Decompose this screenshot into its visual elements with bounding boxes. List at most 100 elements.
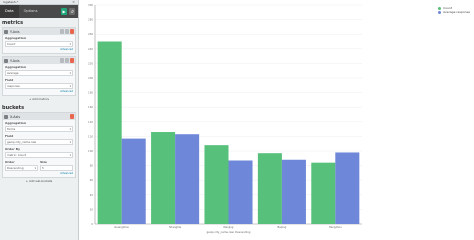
- aggregation-value: Average: [7, 71, 19, 75]
- field-select[interactable]: response ▾: [5, 83, 73, 89]
- editor-sidebar: logstash-* × Data Options ▶ ↺ metrics Y-…: [0, 0, 79, 240]
- collapse-toggle-icon[interactable]: [4, 58, 8, 63]
- bar-average-response-shanghai[interactable]: [175, 134, 200, 224]
- bar-average-response-beijing[interactable]: [281, 159, 306, 224]
- bar-average-response-hangzhou[interactable]: [335, 152, 360, 224]
- advanced-link[interactable]: Advanced: [3, 90, 75, 95]
- x-tick-label: Beijing: [277, 225, 286, 229]
- tab-data[interactable]: Data: [0, 5, 19, 18]
- y-tick-label: 220: [88, 61, 93, 65]
- y-tick-label: 100: [88, 149, 93, 153]
- metrics-section-title: metrics: [2, 20, 24, 26]
- aggregation-select[interactable]: Terms ▾: [5, 126, 73, 132]
- size-input[interactable]: 5: [40, 165, 73, 171]
- chart-area: 0 20 40 60 80 100 120 140 160 180 200 220 240 260 280 3…: [80, 0, 474, 240]
- apply-changes-button[interactable]: ▶: [61, 8, 67, 15]
- aggregation-value: Count: [7, 42, 16, 46]
- bar-chart: 0 20 40 60 80 100 120 140 160 180 200 220 240 260 280 3…: [88, 3, 362, 234]
- order-by-label: Order By: [5, 147, 20, 151]
- x-axis-header[interactable]: X-Axis: [3, 113, 75, 120]
- discard-changes-button[interactable]: ↺: [69, 8, 75, 15]
- aggregation-value: Terms: [7, 127, 16, 131]
- y-tick-label: 280: [88, 18, 93, 22]
- bar-count-nanjing[interactable]: [204, 145, 229, 224]
- x-axis-title: geoip.city_name.raw: Descending: [207, 230, 251, 234]
- drag-handle-icon[interactable]: [65, 58, 69, 63]
- order-value: Descending: [7, 166, 24, 170]
- x-axis-panel: X-Axis Aggregation Terms ▾ Field geoip.c…: [2, 112, 76, 178]
- x-tick-label: Hangzhou: [329, 225, 342, 229]
- y-tick-label: 40: [90, 193, 94, 197]
- bar-average-response-guangzhou[interactable]: [121, 138, 146, 224]
- chevron-down-icon: ▾: [69, 42, 71, 46]
- order-select[interactable]: Descending ▾: [5, 165, 38, 171]
- add-metrics-button[interactable]: + Add metrics: [2, 97, 76, 102]
- y-tick-label: 80: [90, 164, 94, 168]
- chevron-down-icon: ▾: [69, 140, 71, 144]
- chart-legend: Count Average response: [438, 6, 470, 14]
- remove-metric-icon[interactable]: [70, 58, 74, 63]
- legend-item-average-response[interactable]: Average response: [438, 10, 470, 14]
- order-label: Order: [5, 160, 15, 164]
- y-tick-label: 260: [88, 32, 93, 36]
- bar-count-beijing[interactable]: [257, 153, 282, 224]
- chevron-down-icon: ▾: [69, 127, 71, 131]
- toggle-visibility-icon[interactable]: [60, 29, 64, 34]
- collapse-toggle-icon[interactable]: [4, 114, 8, 119]
- bar-average-response-nanjing[interactable]: [228, 160, 253, 224]
- legend-label: Average response: [443, 10, 470, 14]
- x-tick-label: Shanghai: [169, 225, 181, 229]
- advanced-link[interactable]: Advanced: [3, 172, 75, 177]
- y-tick-label: 140: [88, 120, 93, 124]
- order-by-select[interactable]: metric: Count ▾: [5, 152, 73, 158]
- x-tick-label: Nanjing: [224, 225, 234, 229]
- remove-metric-icon[interactable]: [70, 29, 74, 34]
- editor-tabs: Data Options ▶ ↺: [0, 5, 78, 18]
- x-axis-label: X-Axis: [10, 114, 21, 119]
- chevron-down-icon: ▾: [69, 153, 71, 157]
- y-tick-label: 60: [90, 178, 94, 182]
- y-tick-label: 200: [88, 76, 93, 80]
- advanced-link[interactable]: Advanced: [3, 48, 75, 53]
- y-axis-label: Y-Axis: [10, 29, 20, 34]
- drag-handle-icon[interactable]: [65, 29, 69, 34]
- aggregation-select[interactable]: Count ▾: [5, 41, 73, 47]
- field-value: response: [7, 84, 20, 88]
- aggregation-select[interactable]: Average ▾: [5, 70, 73, 76]
- y-tick-label: 0: [91, 222, 93, 226]
- chevron-down-icon: ▾: [34, 166, 36, 170]
- size-value: 5: [42, 166, 44, 170]
- chevron-down-icon: ▾: [69, 84, 71, 88]
- legend-color-dot: [438, 6, 442, 10]
- y-axis-count-header[interactable]: Y-Axis: [3, 28, 75, 35]
- bar-count-guangzhou[interactable]: [97, 41, 122, 225]
- y-tick-label: 120: [88, 134, 93, 138]
- remove-bucket-icon[interactable]: [70, 114, 74, 119]
- aggregation-label: Aggregation: [5, 121, 26, 125]
- collapse-toggle-icon[interactable]: [4, 29, 8, 34]
- order-by-value: metric: Count: [7, 153, 27, 157]
- y-axis-label: Y-Axis: [10, 58, 20, 63]
- y-tick-label: 180: [88, 91, 93, 95]
- y-axis-average-header[interactable]: Y-Axis: [3, 57, 75, 64]
- field-select[interactable]: geoip.city_name.raw ▾: [5, 139, 73, 145]
- tab-options[interactable]: Options: [19, 5, 43, 18]
- aggregation-label: Aggregation: [5, 65, 26, 69]
- chevron-down-icon: ▾: [69, 71, 71, 75]
- y-tick-label: 20: [90, 207, 94, 211]
- x-tick-label: Guangzhou: [114, 225, 129, 229]
- aggregation-label: Aggregation: [5, 36, 26, 40]
- y-tick-label: 300: [88, 3, 93, 7]
- field-label: Field: [5, 78, 14, 82]
- add-sub-buckets-button[interactable]: + Add sub-buckets: [2, 179, 76, 184]
- field-label: Field: [5, 134, 14, 138]
- buckets-section-title: buckets: [2, 105, 25, 111]
- bar-count-shanghai[interactable]: [151, 132, 176, 224]
- y-tick-label: 160: [88, 105, 93, 109]
- bar-count-hangzhou[interactable]: [311, 162, 336, 224]
- toggle-visibility-icon[interactable]: [60, 58, 64, 63]
- tab-actions: ▶ ↺: [61, 8, 75, 15]
- y-axis-count-panel: Y-Axis Aggregation Count ▾ Advanced: [2, 27, 76, 54]
- y-axis-average-panel: Y-Axis Aggregation Average ▾ Field respo…: [2, 56, 76, 96]
- size-label: Size: [40, 160, 47, 164]
